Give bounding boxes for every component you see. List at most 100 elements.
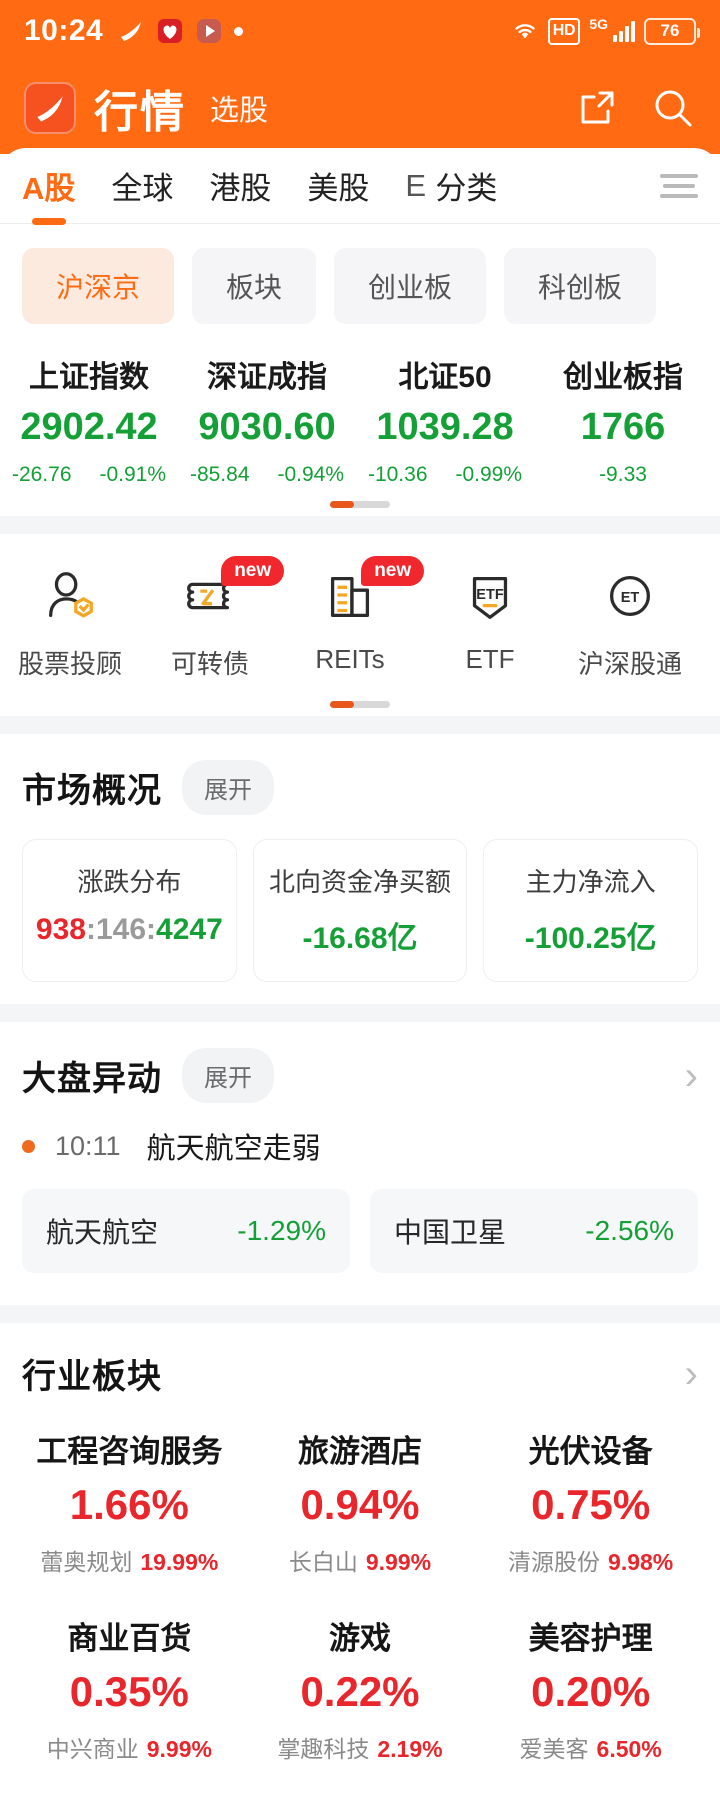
sector-cell[interactable]: 光伏设备 0.75% 清源股份 9.98% <box>475 1404 706 1591</box>
sector-leader: 长白山 9.99% <box>251 1543 470 1577</box>
sector-name: 商业百货 <box>67 1621 192 1656</box>
stat-card-distribution[interactable]: 涨跌分布 938:146:4247 <box>22 839 237 982</box>
sector-cell[interactable]: 美容护理 0.20% 爱美客 6.50% <box>475 1591 706 1778</box>
sector-cell[interactable]: 商业百货 0.35% 中兴商业 9.99% <box>14 1591 245 1778</box>
share-icon[interactable] <box>574 85 620 131</box>
mover-text: 航天航空走弱 <box>146 1133 321 1165</box>
index-value: 9030.60 <box>198 406 336 448</box>
search-icon[interactable] <box>650 85 696 131</box>
sector-cell[interactable]: 游戏 0.22% 掌趣科技 2.19% <box>245 1591 476 1778</box>
market-overview-header: 市场概况 展开 <box>22 760 698 815</box>
player-icon <box>195 17 223 45</box>
quick-action-label: 沪深股通 <box>577 649 682 679</box>
stock-picker-link[interactable]: 选股 <box>210 87 268 129</box>
quick-action-stock-connect[interactable]: ET 沪深股通 <box>560 564 700 681</box>
tab-a-shares[interactable]: A股 <box>22 163 75 208</box>
leader-name: 中兴商业 <box>46 1736 139 1762</box>
sector-name: 游戏 <box>328 1621 391 1656</box>
network-type-label: 5G <box>589 16 608 32</box>
index-carousel-pager[interactable] <box>0 501 720 516</box>
mover-stock-card[interactable]: 中国卫星 -2.56% <box>370 1189 698 1273</box>
chip-star-market[interactable]: 科创板 <box>504 248 657 324</box>
battery-level: 76 <box>660 21 680 40</box>
sector-cell[interactable]: 工程咨询服务 1.66% 蕾奥规划 19.99% <box>14 1404 245 1591</box>
mover-stock-card[interactable]: 航天航空 -1.29% <box>22 1189 350 1273</box>
quick-action-etf[interactable]: ETF ETF <box>420 564 560 681</box>
tab-hk-stocks[interactable]: 港股 <box>209 163 271 208</box>
index-value: 1766 <box>580 406 666 448</box>
index-change: -9.33 <box>599 463 647 486</box>
quick-action-advisor[interactable]: 股票投顾 <box>0 564 140 681</box>
leader-pct: 6.50% <box>596 1736 662 1762</box>
index-card[interactable]: 上证指数 2902.42 -26.76 -0.91% <box>0 352 178 487</box>
quick-action-label: 股票投顾 <box>17 649 122 679</box>
chevron-right-icon[interactable]: › <box>685 1354 698 1394</box>
quick-actions[interactable]: 股票投顾 new 可转债 new REITs ETF ETF ET 沪深股通 <box>0 534 720 687</box>
status-time: 10:24 <box>24 14 104 47</box>
convertible-bond-icon: new <box>140 556 285 628</box>
chevron-right-icon[interactable]: › <box>685 1056 698 1096</box>
mover-time: 10:11 <box>55 1130 121 1161</box>
page-title: 行情 <box>94 88 186 137</box>
leader-pct: 19.99% <box>140 1549 219 1575</box>
sector-leader: 爱美客 6.50% <box>481 1730 700 1764</box>
sector-pct: 0.35% <box>69 1668 189 1715</box>
quick-action-reits[interactable]: new REITs <box>280 556 425 681</box>
quick-action-label: ETF <box>465 644 515 674</box>
signal-icon <box>613 20 635 42</box>
index-change-pct: -0.99% <box>455 463 523 486</box>
sector-leader: 掌趣科技 2.19% <box>251 1730 470 1764</box>
stat-label: 涨跌分布 <box>77 867 182 897</box>
stat-card-main-inflow[interactable]: 主力净流入 -100.25亿 <box>483 839 699 982</box>
index-value: 1039.28 <box>376 406 514 448</box>
new-badge: new <box>361 556 425 586</box>
index-name: 创业板指 <box>563 361 683 394</box>
industry-sectors-section: 行业板块 › <box>0 1323 720 1398</box>
industry-sector-grid: 工程咨询服务 1.66% 蕾奥规划 19.99% 旅游酒店 0.94% 长白山 9.… <box>0 1398 720 1778</box>
dot-icon <box>234 26 244 36</box>
sector-pct: 0.22% <box>300 1668 420 1715</box>
stat-card-northbound[interactable]: 北向资金净买额 -16.68亿 <box>252 839 468 982</box>
index-name: 深证成指 <box>207 361 327 394</box>
hamburger-menu-icon[interactable] <box>660 173 698 198</box>
quick-actions-pager[interactable] <box>0 701 720 716</box>
section-title: 大盘异动 <box>22 1060 162 1098</box>
section-divider <box>0 1004 720 1022</box>
flat-count: 146 <box>95 913 147 946</box>
index-change-pct: -0.94% <box>277 463 345 486</box>
chip-chinext[interactable]: 创业板 <box>334 248 487 324</box>
chip-hushenjing[interactable]: 沪深京 <box>22 248 175 324</box>
pager-track <box>330 701 390 708</box>
leader-name: 爱美客 <box>519 1736 589 1762</box>
section-divider <box>0 1305 720 1323</box>
expand-button[interactable]: 展开 <box>182 1048 274 1103</box>
index-card[interactable]: 北证50 1039.28 -10.36 -0.99% <box>356 352 534 487</box>
tab-global[interactable]: 全球 <box>111 163 173 208</box>
stat-value: 938:146:4247 <box>33 913 226 947</box>
index-carousel[interactable]: 上证指数 2902.42 -26.76 -0.91% 深证成指 9030.60 … <box>0 330 720 487</box>
chip-sector[interactable]: 板块 <box>192 248 317 324</box>
sector-pct: 0.94% <box>300 1481 420 1528</box>
section-divider <box>0 716 720 734</box>
tab-us-stocks[interactable]: 美股 <box>307 163 369 208</box>
mover-event[interactable]: 10:11 航天航空走弱 <box>0 1109 720 1173</box>
leader-name: 清源股份 <box>508 1549 601 1575</box>
index-card[interactable]: 深证成指 9030.60 -85.84 -0.94% <box>178 352 356 487</box>
index-change-row: -10.36 -0.99% <box>356 463 534 487</box>
expand-button[interactable]: 展开 <box>182 760 274 815</box>
section-title: 行业板块 <box>22 1358 162 1396</box>
tab-categories[interactable]: 分类 <box>435 163 497 208</box>
status-bar: 10:24 HD 5G 76 <box>0 0 720 62</box>
status-left-icons <box>117 17 244 45</box>
new-badge: new <box>221 556 285 586</box>
content-sheet: A股 全球 港股 美股 E 分类 沪深京 板块 创业板 科创板 上证指数 290… <box>0 148 720 1778</box>
market-overview-cards: 涨跌分布 938:146:4247 北向资金净买额 -16.68亿 主力净流入 … <box>22 839 699 982</box>
tab-etf-clipped[interactable]: E <box>405 168 427 204</box>
leader-name: 蕾奥规划 <box>40 1549 133 1575</box>
index-card[interactable]: 创业板指 1766 -9.33 <box>534 352 712 487</box>
leader-pct: 9.99% <box>146 1736 212 1762</box>
sector-cell[interactable]: 旅游酒店 0.94% 长白山 9.99% <box>245 1404 476 1591</box>
quick-action-convertible-bond[interactable]: new 可转债 <box>140 556 285 681</box>
stock-name: 航天航空 <box>46 1217 159 1248</box>
index-change: -10.36 <box>367 463 428 486</box>
